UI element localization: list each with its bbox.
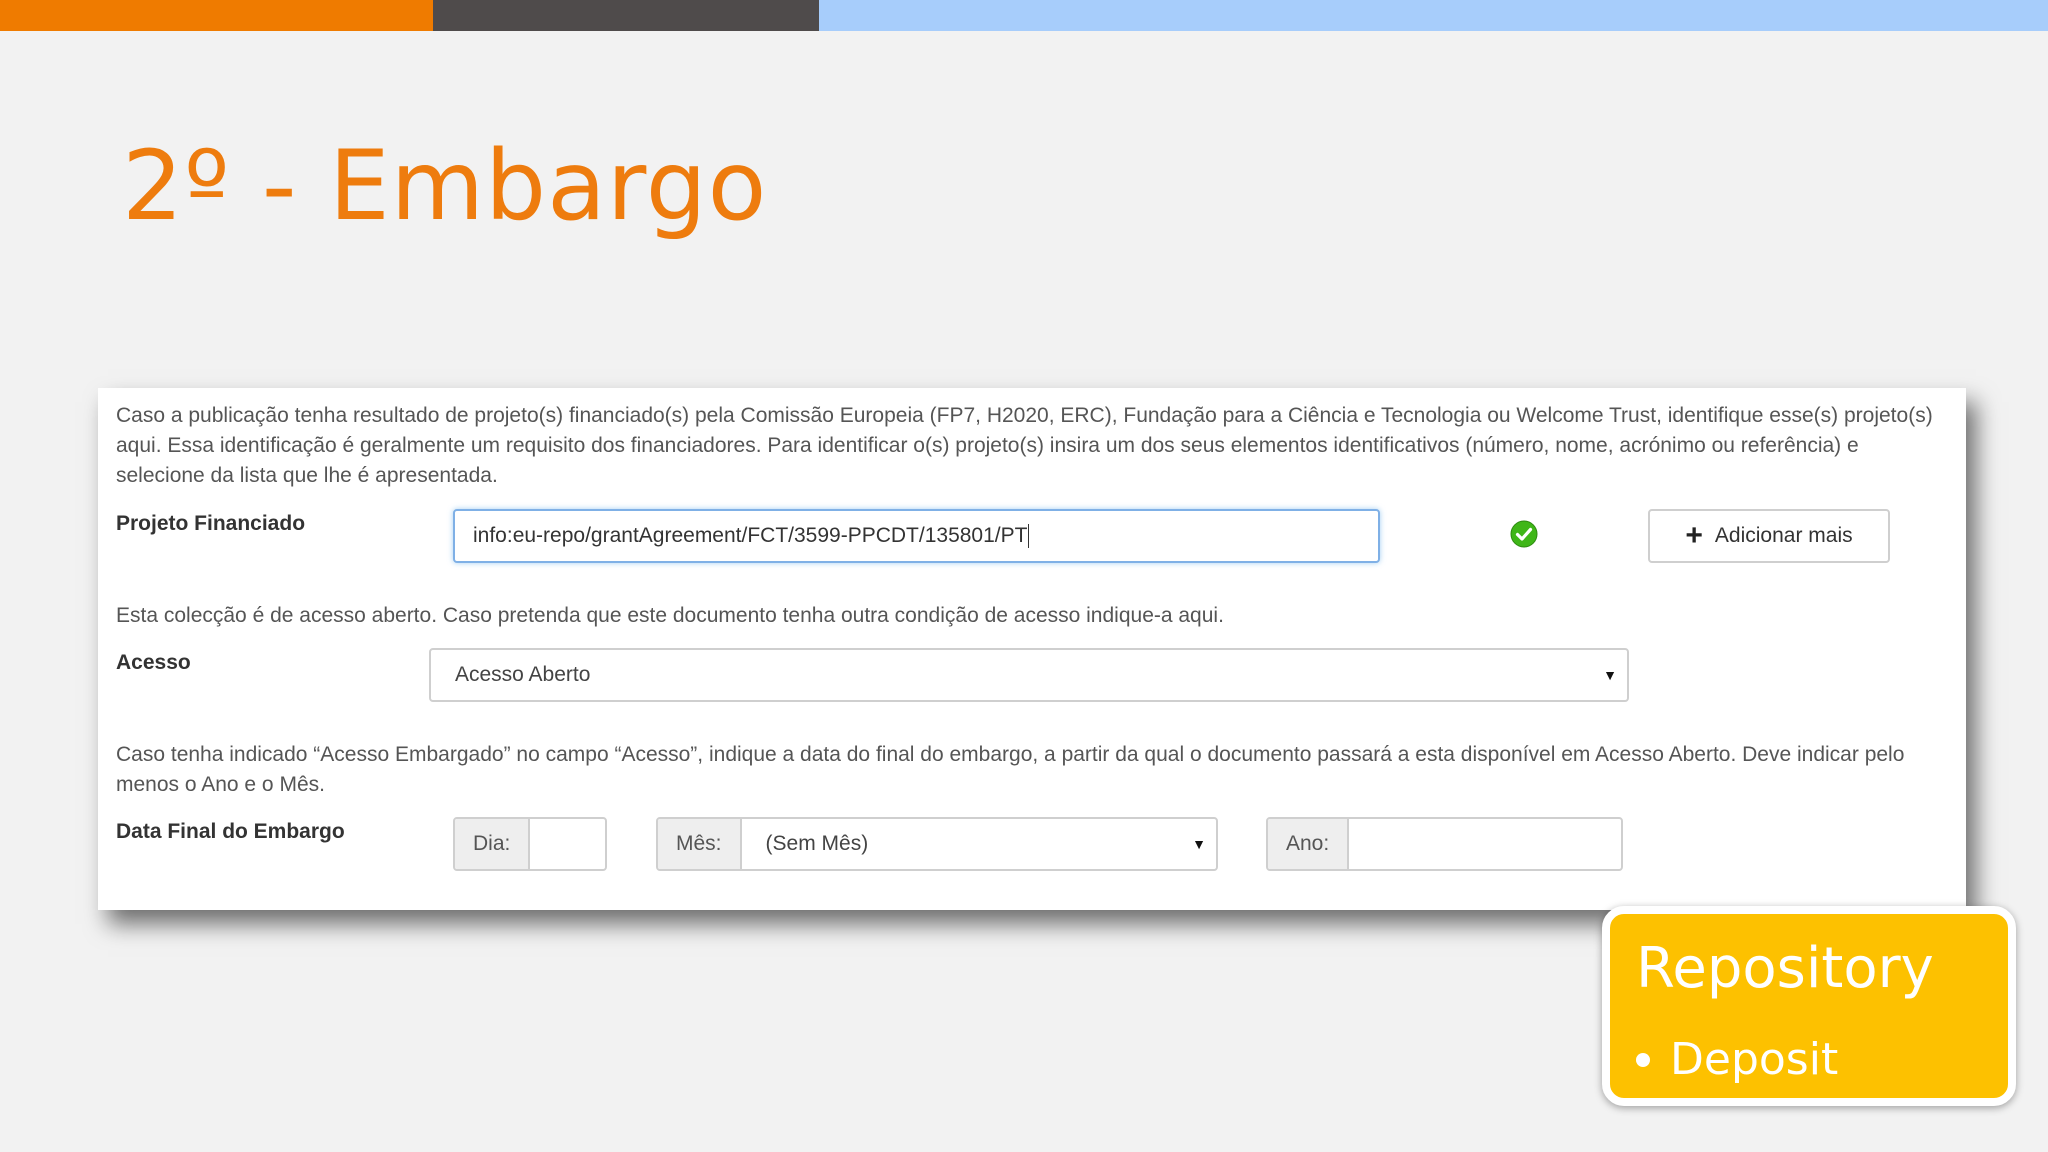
top-bar-orange-segment	[0, 0, 433, 31]
plus-icon: +	[1685, 519, 1703, 552]
badge-list-item: Deposit	[1636, 1034, 1838, 1085]
adicionar-mais-button[interactable]: + Adicionar mais	[1648, 509, 1890, 563]
caret-down-icon: ▼	[1192, 836, 1206, 852]
mes-select[interactable]: (Sem Mês) ▼	[742, 819, 1216, 869]
check-circle-icon	[1510, 520, 1538, 548]
badge-item-label: Deposit	[1670, 1034, 1839, 1085]
label-data-final-embargo: Data Final do Embargo	[116, 820, 345, 843]
adicionar-mais-label: Adicionar mais	[1714, 524, 1853, 547]
form-screenshot-panel: Caso a publicação tenha resultado de pro…	[98, 388, 1966, 910]
slide-title: 2º - Embargo	[122, 130, 768, 242]
help-text-acesso: Esta colecção é de acesso aberto. Caso p…	[116, 604, 1224, 627]
mes-selected-value: (Sem Mês)	[765, 832, 869, 855]
dia-addon-label: Dia:	[455, 819, 531, 869]
repository-badge: Repository Deposit	[1602, 906, 2016, 1106]
bullet-icon	[1636, 1052, 1650, 1067]
mes-input-group: Mês: (Sem Mês) ▼	[656, 817, 1218, 871]
dia-input-group: Dia:	[453, 817, 607, 871]
top-color-bar	[0, 0, 2048, 31]
acesso-select[interactable]: Acesso Aberto ▼	[429, 648, 1629, 702]
acesso-selected-value: Acesso Aberto	[455, 663, 591, 686]
label-acesso: Acesso	[116, 651, 191, 674]
text-cursor	[1028, 524, 1030, 549]
ano-input-group: Ano:	[1266, 817, 1623, 871]
help-text-projeto: Caso a publicação tenha resultado de pro…	[116, 404, 1933, 487]
ano-input[interactable]	[1349, 819, 1621, 869]
dia-input[interactable]	[530, 819, 605, 869]
projeto-input-value: info:eu-repo/grantAgreement/FCT/3599-PPC…	[473, 524, 1028, 547]
mes-addon-label: Mês:	[658, 819, 742, 869]
projeto-financiado-input[interactable]: info:eu-repo/grantAgreement/FCT/3599-PPC…	[453, 509, 1380, 563]
top-bar-blue-segment	[819, 0, 2048, 31]
ano-addon-label: Ano:	[1268, 819, 1350, 869]
caret-down-icon: ▼	[1603, 667, 1617, 683]
top-bar-dark-segment	[433, 0, 819, 31]
help-text-embargo: Caso tenha indicado “Acesso Embargado” n…	[116, 743, 1905, 796]
badge-title: Repository	[1636, 936, 1934, 1001]
label-projeto-financiado: Projeto Financiado	[116, 512, 306, 535]
